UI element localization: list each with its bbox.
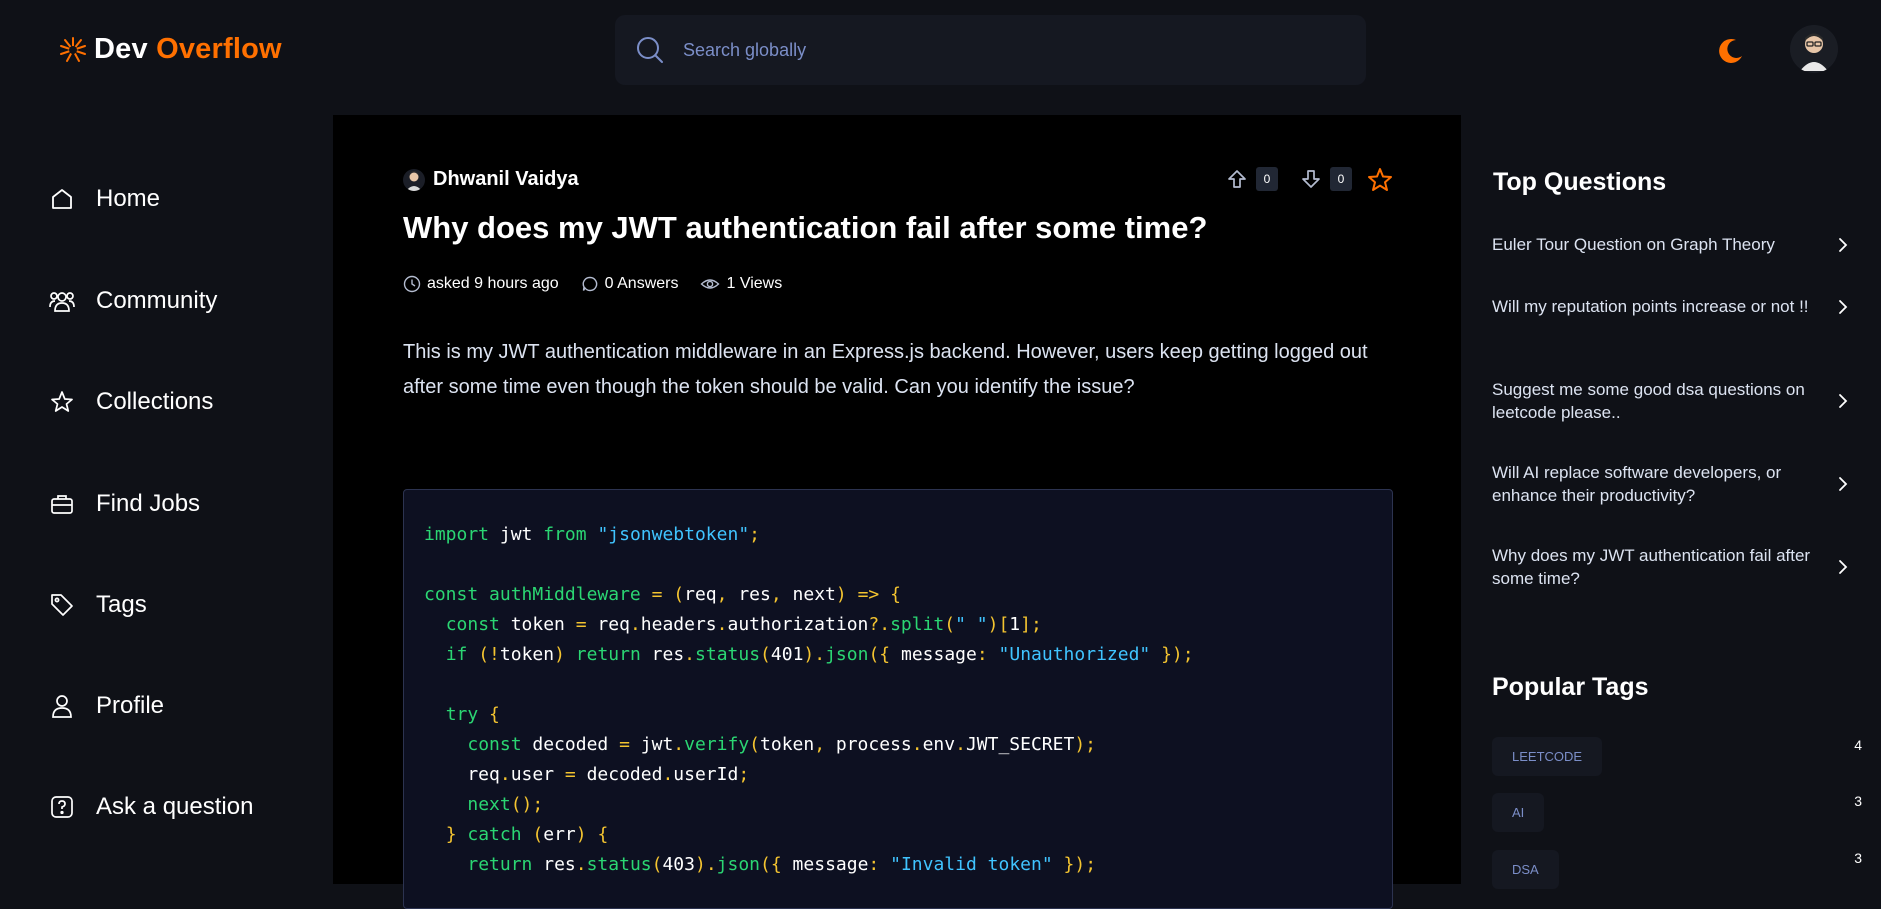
author-avatar xyxy=(403,168,425,191)
chevron-right-icon xyxy=(1839,477,1848,491)
logo-text-overflow: Overflow xyxy=(156,33,282,65)
top-question-item[interactable]: Suggest me some good dsa questions on le… xyxy=(1492,378,1852,424)
sidebar-item-label: Community xyxy=(96,287,218,314)
right-sidebar: Top Questions Euler Tour Question on Gra… xyxy=(1461,112,1881,889)
star-icon xyxy=(48,388,76,416)
top-question-text: Will AI replace software developers, or … xyxy=(1492,463,1782,505)
chevron-right-icon xyxy=(1839,299,1848,314)
briefcase-icon xyxy=(48,490,76,518)
tag-icon xyxy=(48,591,76,619)
code-line: try { xyxy=(445,704,500,725)
downvote-icon[interactable] xyxy=(1300,168,1322,190)
sidebar-item-label: Profile xyxy=(96,692,165,719)
question-meta: asked 9 hours ago 0 Answers 1 Views xyxy=(403,275,782,293)
sidebar-item-label: Ask a question xyxy=(96,793,254,820)
views-text: 1 Views xyxy=(726,275,783,292)
asked-text: asked 9 hours ago xyxy=(427,275,559,292)
top-question-item[interactable]: Euler Tour Question on Graph Theory xyxy=(1492,233,1852,256)
popular-tags-title: Popular Tags xyxy=(1492,673,1649,701)
code-line: req.user = decoded.userId; xyxy=(424,764,750,785)
question-icon xyxy=(48,793,76,821)
upvote-count: 0 xyxy=(1256,167,1278,191)
top-question-text: Suggest me some good dsa questions on le… xyxy=(1492,380,1805,422)
top-question-text: Will my reputation points increase or no… xyxy=(1492,297,1809,316)
code-line: if (!token) return res.status(401).json(… xyxy=(445,644,1194,665)
question-title: Why does my JWT authentication fail afte… xyxy=(403,210,1208,245)
asked-time: asked 9 hours ago xyxy=(403,275,559,293)
sidebar-item-collections[interactable]: Collections xyxy=(48,388,213,416)
chevron-right-icon xyxy=(1839,394,1848,408)
clock-icon xyxy=(403,275,421,293)
downvote-count: 0 xyxy=(1330,167,1352,191)
sidebar-item-profile[interactable]: Profile xyxy=(48,692,164,720)
code-line: import jwt from "jsonwebtoken"; xyxy=(424,524,760,545)
logo[interactable]: Dev Overflow xyxy=(58,33,282,66)
chevron-right-icon xyxy=(1839,560,1848,574)
answers-count: 0 Answers xyxy=(581,275,679,293)
top-navbar: Dev Overflow xyxy=(0,0,1881,112)
tag-count: 3 xyxy=(1854,793,1862,809)
sidebar-item-tags[interactable]: Tags xyxy=(48,591,147,619)
question-body: This is my JWT authentication middleware… xyxy=(403,341,1368,398)
code-line: next(); xyxy=(467,794,544,815)
sidebar-item-label: Collections xyxy=(96,388,214,415)
user-avatar[interactable] xyxy=(1790,25,1838,73)
code-line: const token = req.headers.authorization?… xyxy=(445,614,1042,635)
code-line: const authMiddleware = (req, res, next) … xyxy=(424,584,901,605)
code-line: const decoded = jwt.verify(token, proces… xyxy=(467,734,1097,755)
tag-badge[interactable]: AI xyxy=(1492,793,1545,832)
tag-row: AI 3 xyxy=(1492,793,1862,832)
search-icon xyxy=(637,37,663,63)
views-count: 1 Views xyxy=(700,275,782,293)
tag-count: 3 xyxy=(1854,850,1862,866)
tag-row: DSA 3 xyxy=(1492,850,1862,889)
code-line: return res.status(403).json({ message: "… xyxy=(467,854,1097,875)
answers-text: 0 Answers xyxy=(604,275,679,292)
eye-icon xyxy=(700,279,720,289)
top-question-item[interactable]: Will AI replace software developers, or … xyxy=(1492,461,1852,507)
sidebar-item-find-jobs[interactable]: Find Jobs xyxy=(48,490,200,518)
upvote-icon[interactable] xyxy=(1226,168,1248,190)
top-question-item[interactable]: Will my reputation points increase or no… xyxy=(1492,295,1852,318)
code-line: } catch (err) { xyxy=(445,824,609,845)
left-sidebar: Home Community Collections Find Jobs Tag… xyxy=(0,112,333,884)
user-icon xyxy=(48,692,76,720)
sidebar-item-home[interactable]: Home xyxy=(48,185,160,213)
tag-count: 4 xyxy=(1854,737,1862,753)
users-icon xyxy=(48,287,76,315)
top-question-text: Why does my JWT authentication fail afte… xyxy=(1492,546,1811,588)
sidebar-item-label: Find Jobs xyxy=(96,490,201,517)
sidebar-item-community[interactable]: Community xyxy=(48,287,217,315)
question-detail: Dhwanil Vaidya 0 0 Why does my JWT authe… xyxy=(333,115,1461,909)
search-input[interactable] xyxy=(683,39,1283,61)
save-star-icon[interactable] xyxy=(1366,166,1394,194)
tag-row: LEETCODE 4 xyxy=(1492,737,1862,776)
logo-text-dev: Dev xyxy=(94,33,148,65)
tag-badge[interactable]: LEETCODE xyxy=(1492,737,1603,776)
moon-icon[interactable] xyxy=(1716,36,1746,66)
vote-controls: 0 0 xyxy=(1226,167,1352,191)
sidebar-item-label: Tags xyxy=(96,591,147,618)
sidebar-item-ask-question[interactable]: Ask a question xyxy=(48,793,253,821)
code-block: import jwt from "jsonwebtoken"; const au… xyxy=(403,489,1393,909)
global-search[interactable] xyxy=(615,15,1366,85)
tag-badge[interactable]: DSA xyxy=(1492,850,1559,889)
author-name: Dhwanil Vaidya xyxy=(433,168,579,190)
logo-icon xyxy=(60,36,86,62)
question-author[interactable]: Dhwanil Vaidya xyxy=(403,168,579,191)
home-icon xyxy=(48,185,76,213)
top-question-item[interactable]: Why does my JWT authentication fail afte… xyxy=(1492,544,1852,590)
chevron-right-icon xyxy=(1839,237,1848,252)
top-questions-title: Top Questions xyxy=(1493,168,1667,196)
message-icon xyxy=(582,276,597,292)
top-question-text: Euler Tour Question on Graph Theory xyxy=(1492,235,1775,254)
sidebar-item-label: Home xyxy=(96,185,161,212)
